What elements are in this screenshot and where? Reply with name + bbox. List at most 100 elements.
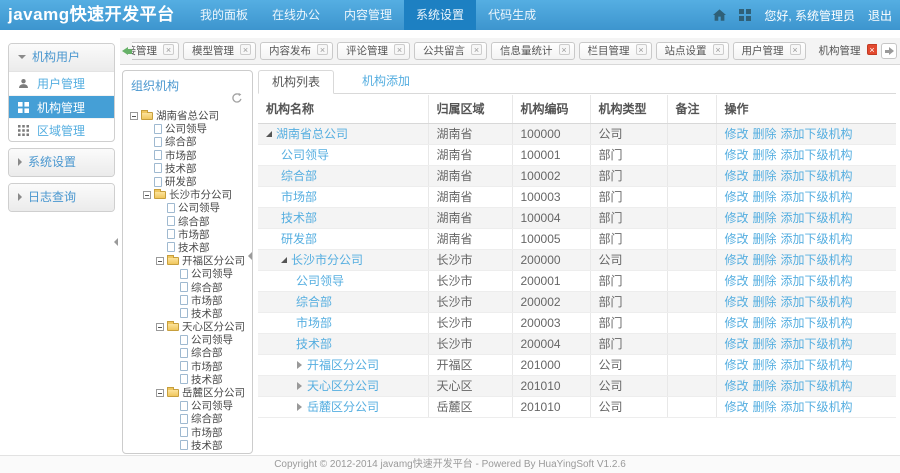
tree-node[interactable]: 市场部	[128, 426, 251, 439]
tree-node[interactable]: 综合部	[128, 346, 251, 359]
op-delete-link[interactable]: 删除	[753, 253, 777, 267]
op-edit-link[interactable]: 修改	[725, 232, 749, 246]
op-add-child-link[interactable]: 添加下级机构	[781, 337, 853, 351]
refresh-icon[interactable]	[231, 92, 243, 104]
org-name-link[interactable]: 公司领导	[296, 274, 344, 288]
tab-close-icon[interactable]: ×	[317, 44, 328, 55]
op-delete-link[interactable]: 删除	[753, 211, 777, 225]
env-tab-site-settings[interactable]: 站点设置 ×	[655, 42, 729, 60]
env-tab-model-management[interactable]: 模型管理 ×	[183, 42, 256, 60]
tree-node[interactable]: 技术部	[128, 162, 251, 175]
sidebar-group-header-org-users[interactable]: 机构用户	[9, 44, 114, 71]
nav-item-content-management[interactable]: 内容管理	[332, 0, 404, 30]
tree-node[interactable]: 综合部	[128, 135, 251, 148]
tree-node[interactable]: 岳麓区分公司	[128, 386, 251, 399]
tree-node[interactable]: 技术部	[128, 373, 251, 386]
op-delete-link[interactable]: 删除	[753, 337, 777, 351]
sidebar-item-org-management[interactable]: 机构管理	[9, 95, 114, 118]
op-delete-link[interactable]: 删除	[753, 127, 777, 141]
env-tab-comment-management[interactable]: 评论管理 ×	[337, 42, 410, 60]
nav-item-online-office[interactable]: 在线办公	[260, 0, 332, 30]
op-delete-link[interactable]: 删除	[753, 295, 777, 309]
op-add-child-link[interactable]: 添加下级机构	[781, 274, 853, 288]
tab-close-icon[interactable]: ×	[558, 44, 570, 55]
tab-close-icon[interactable]: ×	[866, 44, 877, 55]
org-name-link[interactable]: 市场部	[281, 190, 317, 204]
tree-node[interactable]: 公司领导	[128, 333, 251, 346]
tree-collapse-icon[interactable]	[248, 252, 252, 260]
op-add-child-link[interactable]: 添加下级机构	[781, 211, 853, 225]
tab-close-icon[interactable]: ×	[240, 44, 251, 55]
tree-node[interactable]: 公司领导	[128, 122, 251, 135]
sidebar-item-area-management[interactable]: 区域管理	[9, 118, 114, 141]
org-name-link[interactable]: 综合部	[296, 295, 332, 309]
env-tab-user-management[interactable]: 用户管理 ×	[732, 42, 806, 60]
op-add-child-link[interactable]: 添加下级机构	[781, 379, 853, 393]
op-edit-link[interactable]: 修改	[725, 211, 749, 225]
tree-node[interactable]: 公司领导	[128, 399, 251, 412]
collapsed-triangle-icon[interactable]	[297, 382, 302, 390]
op-edit-link[interactable]: 修改	[725, 337, 749, 351]
tree-node[interactable]: 市场部	[128, 294, 251, 307]
org-name-link[interactable]: 技术部	[296, 337, 332, 351]
env-tab-public-message[interactable]: 公共留言 ×	[414, 42, 487, 60]
nav-item-code-generation[interactable]: 代码生成	[476, 0, 548, 30]
tree-node[interactable]: 市场部	[128, 228, 251, 241]
op-edit-link[interactable]: 修改	[725, 190, 749, 204]
tree-toggle-minus-icon[interactable]	[156, 388, 164, 397]
tab-close-icon[interactable]: ×	[712, 44, 724, 55]
op-delete-link[interactable]: 删除	[753, 148, 777, 162]
op-edit-link[interactable]: 修改	[725, 169, 749, 183]
tab-org-add[interactable]: 机构添加	[350, 70, 422, 94]
org-name-link[interactable]: 技术部	[281, 211, 317, 225]
tab-close-icon[interactable]: ×	[471, 44, 482, 55]
org-name-link[interactable]: 湖南省总公司	[276, 127, 348, 141]
sidebar-item-user-management[interactable]: 用户管理	[9, 72, 114, 95]
org-name-link[interactable]: 公司领导	[281, 148, 329, 162]
op-delete-link[interactable]: 删除	[753, 169, 777, 183]
op-add-child-link[interactable]: 添加下级机构	[781, 253, 853, 267]
tree-node[interactable]: 研发部	[128, 175, 251, 188]
org-name-link[interactable]: 市场部	[296, 316, 332, 330]
op-delete-link[interactable]: 删除	[753, 274, 777, 288]
expanded-triangle-icon[interactable]	[266, 131, 272, 137]
tree-node[interactable]: 公司领导	[128, 267, 251, 280]
op-edit-link[interactable]: 修改	[725, 358, 749, 372]
tree-node[interactable]: 天心区分公司	[128, 320, 251, 333]
tree-node[interactable]: 综合部	[128, 215, 251, 228]
nav-item-system-settings[interactable]: 系统设置	[404, 0, 477, 30]
collapsed-triangle-icon[interactable]	[297, 403, 302, 411]
env-tab-info-volume-stats[interactable]: 信息量统计 ×	[491, 42, 575, 60]
op-delete-link[interactable]: 删除	[753, 379, 777, 393]
op-add-child-link[interactable]: 添加下级机构	[781, 358, 853, 372]
env-tab-content-publish[interactable]: 内容发布 ×	[260, 42, 333, 60]
tree-toggle-minus-icon[interactable]	[156, 322, 164, 331]
env-tab-column-management[interactable]: 栏目管理 ×	[578, 42, 652, 60]
sidebar-group-header-log-query[interactable]: 日志查询	[9, 184, 114, 211]
tree-node[interactable]: 技术部	[128, 307, 251, 320]
scroll-right-arrow-icon[interactable]	[881, 43, 897, 59]
tree-node[interactable]: 市场部	[128, 149, 251, 162]
op-add-child-link[interactable]: 添加下级机构	[781, 148, 853, 162]
op-edit-link[interactable]: 修改	[725, 274, 749, 288]
tree-node[interactable]: 综合部	[128, 412, 251, 425]
op-add-child-link[interactable]: 添加下级机构	[781, 295, 853, 309]
logout-link[interactable]: 退出	[868, 7, 892, 24]
org-name-link[interactable]: 岳麓区分公司	[307, 400, 379, 414]
org-name-link[interactable]: 综合部	[281, 169, 317, 183]
op-edit-link[interactable]: 修改	[725, 253, 749, 267]
tree-toggle-minus-icon[interactable]	[156, 256, 164, 265]
tree-node[interactable]: 技术部	[128, 439, 251, 450]
op-add-child-link[interactable]: 添加下级机构	[781, 190, 853, 204]
tree-toggle-minus-icon[interactable]	[130, 111, 138, 120]
op-edit-link[interactable]: 修改	[725, 400, 749, 414]
apps-grid-icon[interactable]	[739, 9, 752, 21]
org-name-link[interactable]: 长沙市分公司	[291, 253, 363, 267]
op-add-child-link[interactable]: 添加下级机构	[781, 127, 853, 141]
op-add-child-link[interactable]: 添加下级机构	[781, 400, 853, 414]
op-delete-link[interactable]: 删除	[753, 190, 777, 204]
op-delete-link[interactable]: 删除	[753, 358, 777, 372]
tree-node[interactable]: 开福区分公司	[128, 254, 251, 267]
tree-toggle-minus-icon[interactable]	[143, 190, 151, 199]
sidebar-group-header-system-settings[interactable]: 系统设置	[9, 149, 114, 176]
